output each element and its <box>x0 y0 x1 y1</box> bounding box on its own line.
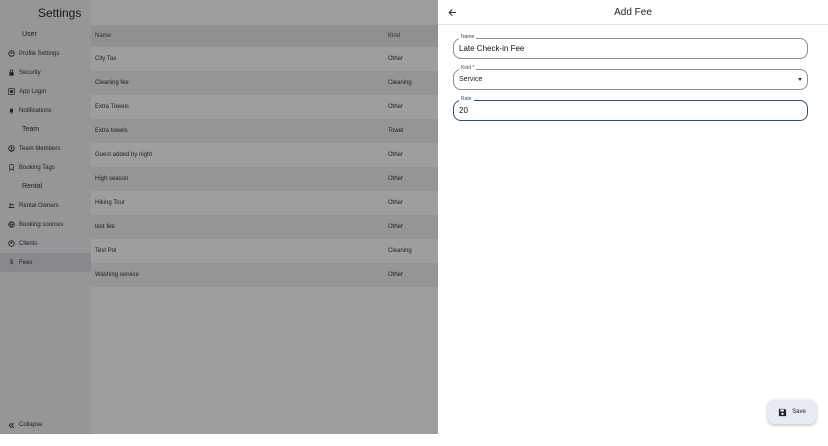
settings-app: Settings User Profile Settings Security … <box>0 0 438 434</box>
name-field[interactable]: Name <box>453 34 808 59</box>
dropdown-arrow-icon[interactable] <box>798 78 802 81</box>
bottom-strip <box>0 434 828 446</box>
panel-header: Add Fee <box>438 0 828 25</box>
save-label: Save <box>792 409 806 415</box>
kind-select[interactable]: Kind * Service <box>453 65 808 90</box>
rate-field[interactable]: Rate <box>453 96 808 121</box>
name-field-label: Name <box>459 34 477 41</box>
arrow-left-icon <box>447 8 456 16</box>
add-fee-panel: Add Fee Name Kind * Service Rate Save <box>438 0 828 434</box>
name-input[interactable] <box>459 43 789 55</box>
save-button[interactable]: Save <box>768 400 816 424</box>
modal-scrim[interactable] <box>0 0 438 434</box>
panel-title: Add Fee <box>614 6 652 18</box>
back-button[interactable] <box>445 5 459 19</box>
rate-field-label: Rate <box>459 96 474 103</box>
kind-field-label: Kind * <box>459 65 477 72</box>
floppy-disk-icon <box>778 408 787 417</box>
rate-input[interactable] <box>459 105 789 117</box>
kind-selected-value: Service <box>459 76 483 83</box>
